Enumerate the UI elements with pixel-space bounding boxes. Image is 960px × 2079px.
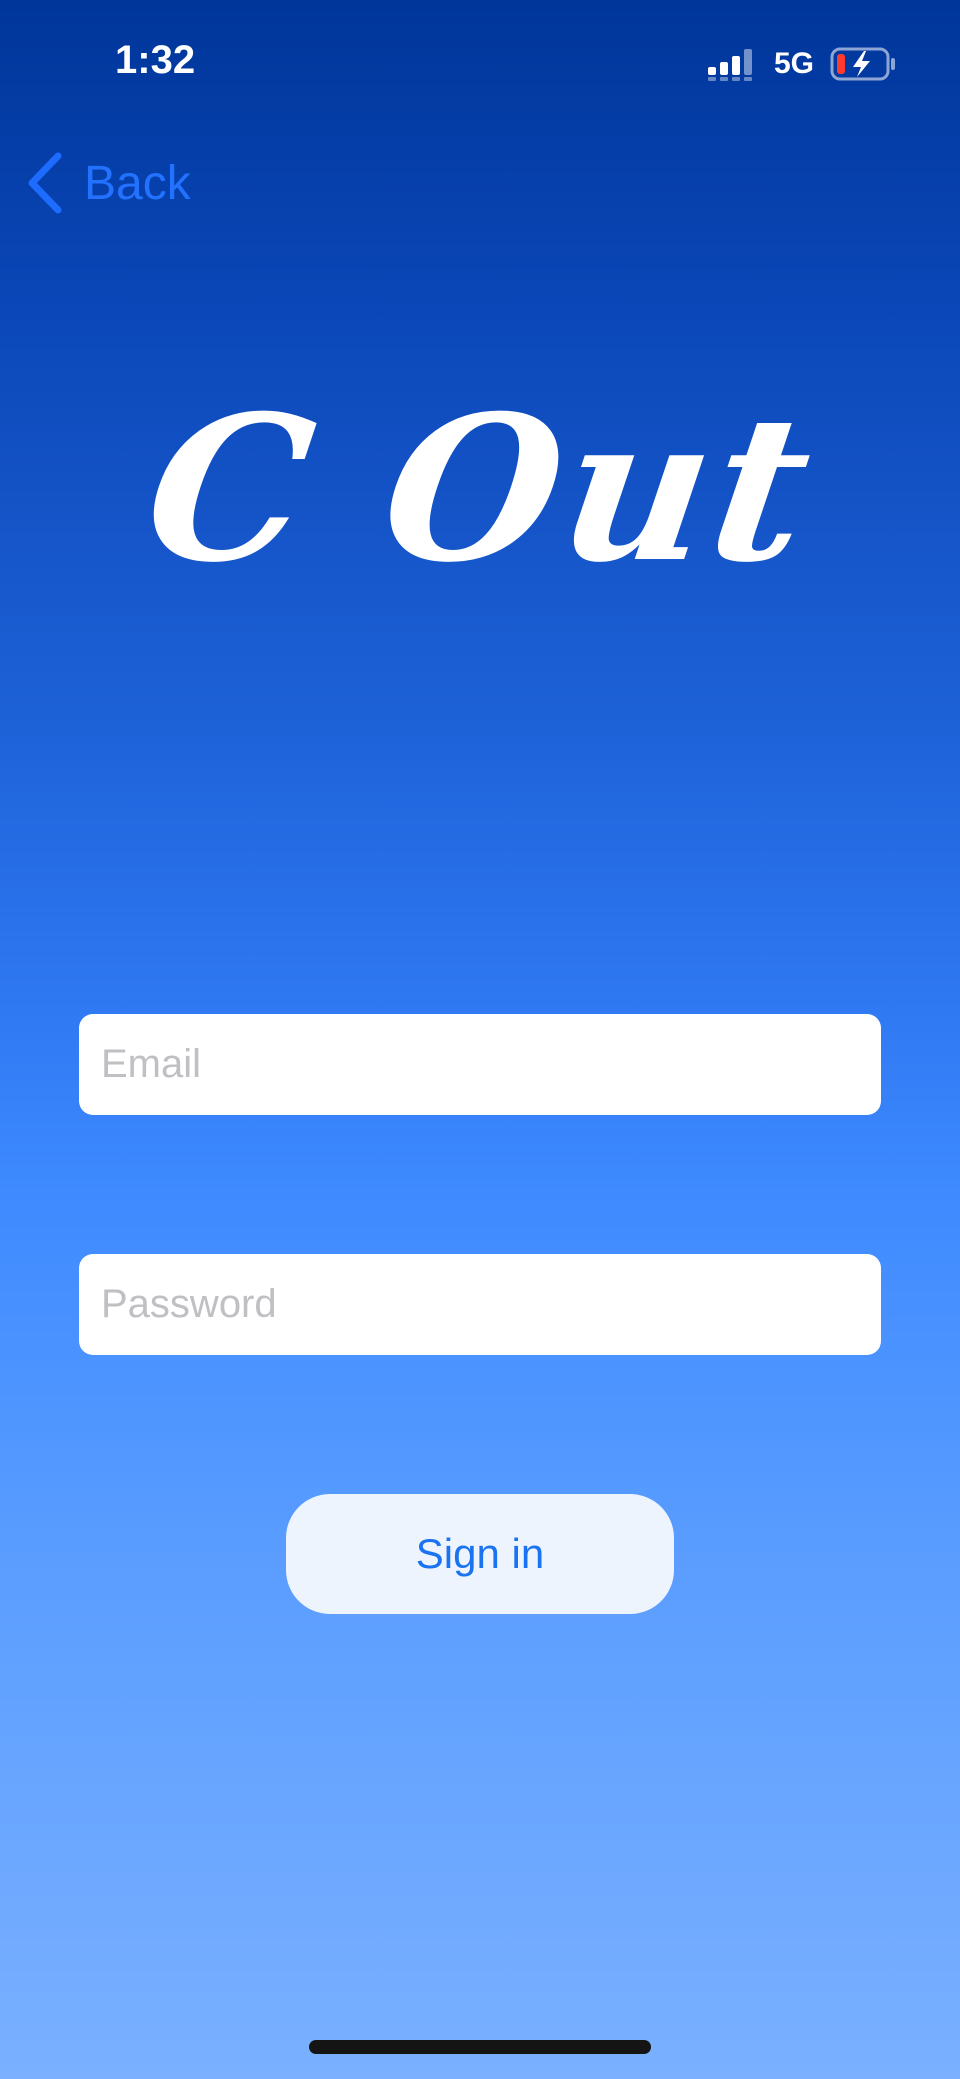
- battery-charging-icon: [830, 47, 895, 81]
- back-button[interactable]: Back: [24, 148, 191, 218]
- app-logo: C Out: [0, 372, 960, 607]
- chevron-left-icon: [28, 152, 62, 214]
- home-indicator[interactable]: [309, 2040, 651, 2054]
- email-field[interactable]: [79, 1014, 881, 1115]
- status-indicators: 5G: [707, 44, 896, 84]
- logo-text: C Out: [133, 372, 827, 607]
- status-time: 1:32: [115, 38, 196, 82]
- cellular-signal-icon: [707, 49, 752, 81]
- password-field[interactable]: [79, 1254, 881, 1355]
- back-label: Back: [84, 156, 191, 210]
- sign-in-button[interactable]: Sign in: [286, 1494, 674, 1614]
- status-bar: 1:32 5G: [0, 0, 960, 120]
- network-type: 5G: [773, 47, 814, 80]
